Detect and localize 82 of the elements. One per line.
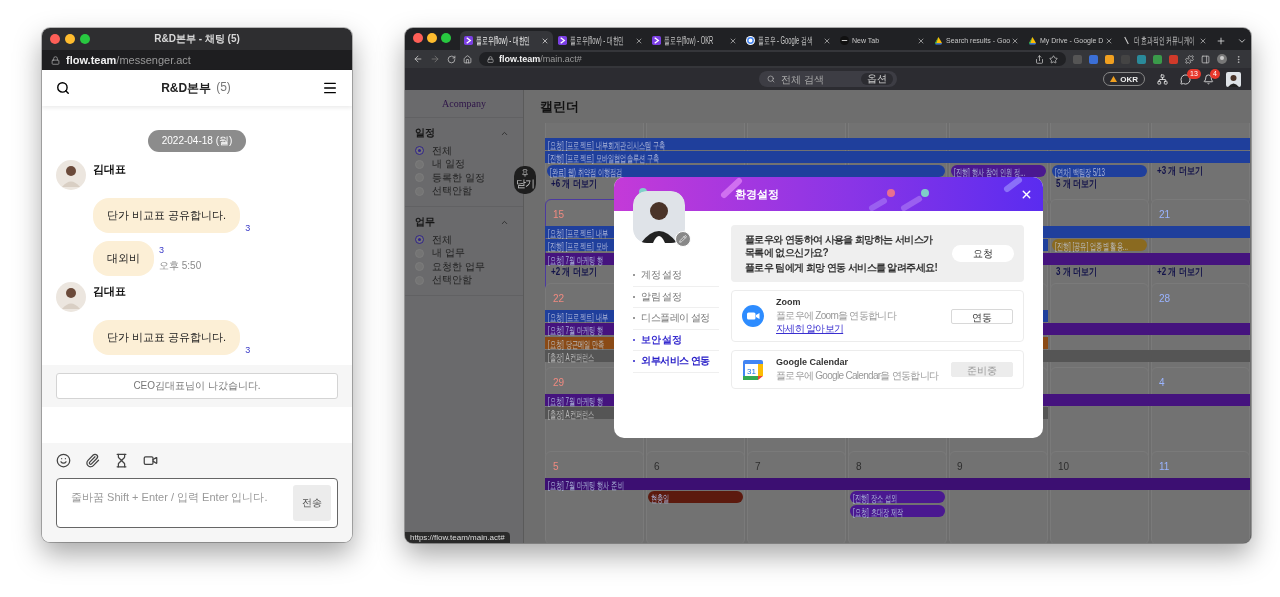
service-description: 플로우에 Google Calendar을 연동합니다 [776, 369, 939, 382]
day-number: 6 [654, 460, 660, 472]
date-divider: 2022-04-18 (월) [147, 130, 247, 152]
settings-menu-item[interactable]: 디스플레이 설정 [633, 308, 719, 330]
status-url: https://flow.team/main.act# [405, 532, 510, 543]
message-field[interactable]: 줄바꿈 Shift + Enter / 입력 Enter 입니다. 전송 [56, 478, 338, 528]
tab-title: 플로우(flow) - 대한민 [570, 33, 625, 48]
message-bubble: 단가 비교표 공유합니다. [93, 198, 241, 233]
day-number: 9 [957, 460, 963, 472]
send-button[interactable]: 전송 [293, 485, 331, 521]
tab-title: 더 효과적인 커뮤니케이 [1134, 33, 1196, 48]
dialog-title: 환경설정 [735, 186, 779, 202]
address-bar[interactable]: flow.team/main.act# [479, 52, 1066, 66]
url-host: flow.team [66, 54, 117, 66]
event-bar[interactable]: [진행] [프로젝트] 모바일협업솔루션 구축 [545, 151, 1250, 164]
more-link[interactable]: +3 개 더보기 [1157, 163, 1203, 178]
message-bubble: 대외비 [93, 241, 154, 276]
event-bar[interactable]: [진행] 장소 섭외 [850, 491, 945, 504]
options-button[interactable]: 옵션 [861, 73, 893, 85]
browser-tab[interactable]: 플로우(flow) - 대한민 [554, 31, 647, 50]
event-bar[interactable]: 현충일 [648, 491, 743, 504]
url-path: /messenger.act [116, 54, 191, 66]
connect-button[interactable]: 연동 [951, 308, 1013, 324]
search-field[interactable]: 전체 검색 옵션 [759, 71, 897, 87]
message-bubble: 단가 비교표 공유합니다. [93, 320, 241, 355]
day-number: 8 [856, 460, 862, 472]
radio-label: 요청한 업무 [432, 259, 485, 274]
radio-label: 전체 [432, 143, 452, 158]
day-number: 28 [1159, 292, 1171, 304]
day-number: 29 [553, 376, 565, 388]
day-number: 15 [553, 208, 565, 220]
more-link[interactable]: +2 개 더보기 [551, 265, 597, 280]
browser-tab[interactable]: 플로우(flow) - OKR [648, 31, 741, 50]
service-description: 플로우에 Zoom을 연동합니다 [776, 309, 896, 322]
page-title: 캘린더 [540, 97, 580, 116]
radio-label: 선택안함 [432, 273, 472, 288]
day-number: 4 [1159, 376, 1165, 388]
more-link[interactable]: +2 개 더보기 [1157, 265, 1203, 280]
sender-name: 김대표 [93, 284, 127, 299]
more-link[interactable]: 5 개 더보기 [1056, 177, 1097, 192]
member-count: (5) [216, 79, 231, 96]
unread-count: 3 [245, 345, 251, 355]
day-number: 7 [755, 460, 761, 472]
url-host: flow.team [499, 54, 541, 64]
browser-tab[interactable]: 플로우(flow) - 대한민 [460, 31, 553, 50]
sender-name: 김대표 [93, 162, 127, 177]
service-name: Zoom [776, 297, 802, 307]
system-notice: CEO김대표님이 나갔습니다. [56, 373, 338, 399]
learn-more-link[interactable]: 자세히 알아보기 [776, 322, 844, 335]
tab-title: 플로우(flow) - 대한민 [476, 33, 531, 48]
day-number: 21 [1159, 208, 1171, 220]
browser-tab[interactable]: 더 효과적인 커뮤니케이 [1118, 31, 1211, 50]
day-number: 5 [553, 460, 559, 472]
banner-text: 플로우 팀에게 희망 연동 서비스를 알려주세요! [745, 261, 939, 274]
settings-menu-item[interactable]: 계정 설정 [633, 265, 719, 287]
section-title: 일정 [415, 126, 435, 140]
collapse-handle[interactable]: 닫기 [514, 166, 536, 194]
tab-title: 플로우(flow) - OKR [664, 33, 714, 48]
more-link[interactable]: +6 개 더보기 [551, 177, 597, 192]
more-link[interactable]: 3 개 더보기 [1056, 265, 1097, 280]
settings-menu-item[interactable]: 보안 설정 [633, 329, 719, 351]
day-number: 11 [1159, 460, 1170, 472]
radio-label: 전체 [432, 232, 452, 247]
message-time: 오후 5:50 [159, 258, 202, 273]
radio-label: 등록한 일정 [432, 170, 485, 185]
day-number: 10 [1058, 460, 1070, 472]
company-logo: Acompany [405, 90, 523, 118]
tab-title: 플로우 - Google 검색 [758, 33, 813, 48]
settings-menu-item[interactable]: 알림 설정 [633, 286, 719, 308]
request-button[interactable]: 요청 [952, 245, 1014, 262]
banner-text: 플로우와 연동하여 사용을 희망하는 서비스가 목록에 없으신가요? [745, 233, 934, 259]
unread-count: 3 [245, 223, 251, 233]
radio-label: 선택안함 [432, 184, 472, 199]
section-title: 업무 [415, 215, 435, 229]
day-number: 22 [553, 292, 565, 304]
browser-tab[interactable]: 플로우 - Google 검색 [742, 31, 835, 50]
url-path: /main.act# [540, 54, 582, 64]
room-name: R&D본부 [161, 79, 212, 97]
service-name: Google Calendar [776, 357, 849, 367]
window-title: R&D본부 - 채팅 (5) [153, 32, 241, 46]
settings-menu-item[interactable]: 외부서비스 연동 [633, 351, 719, 373]
unread-count: 3 [159, 244, 165, 255]
